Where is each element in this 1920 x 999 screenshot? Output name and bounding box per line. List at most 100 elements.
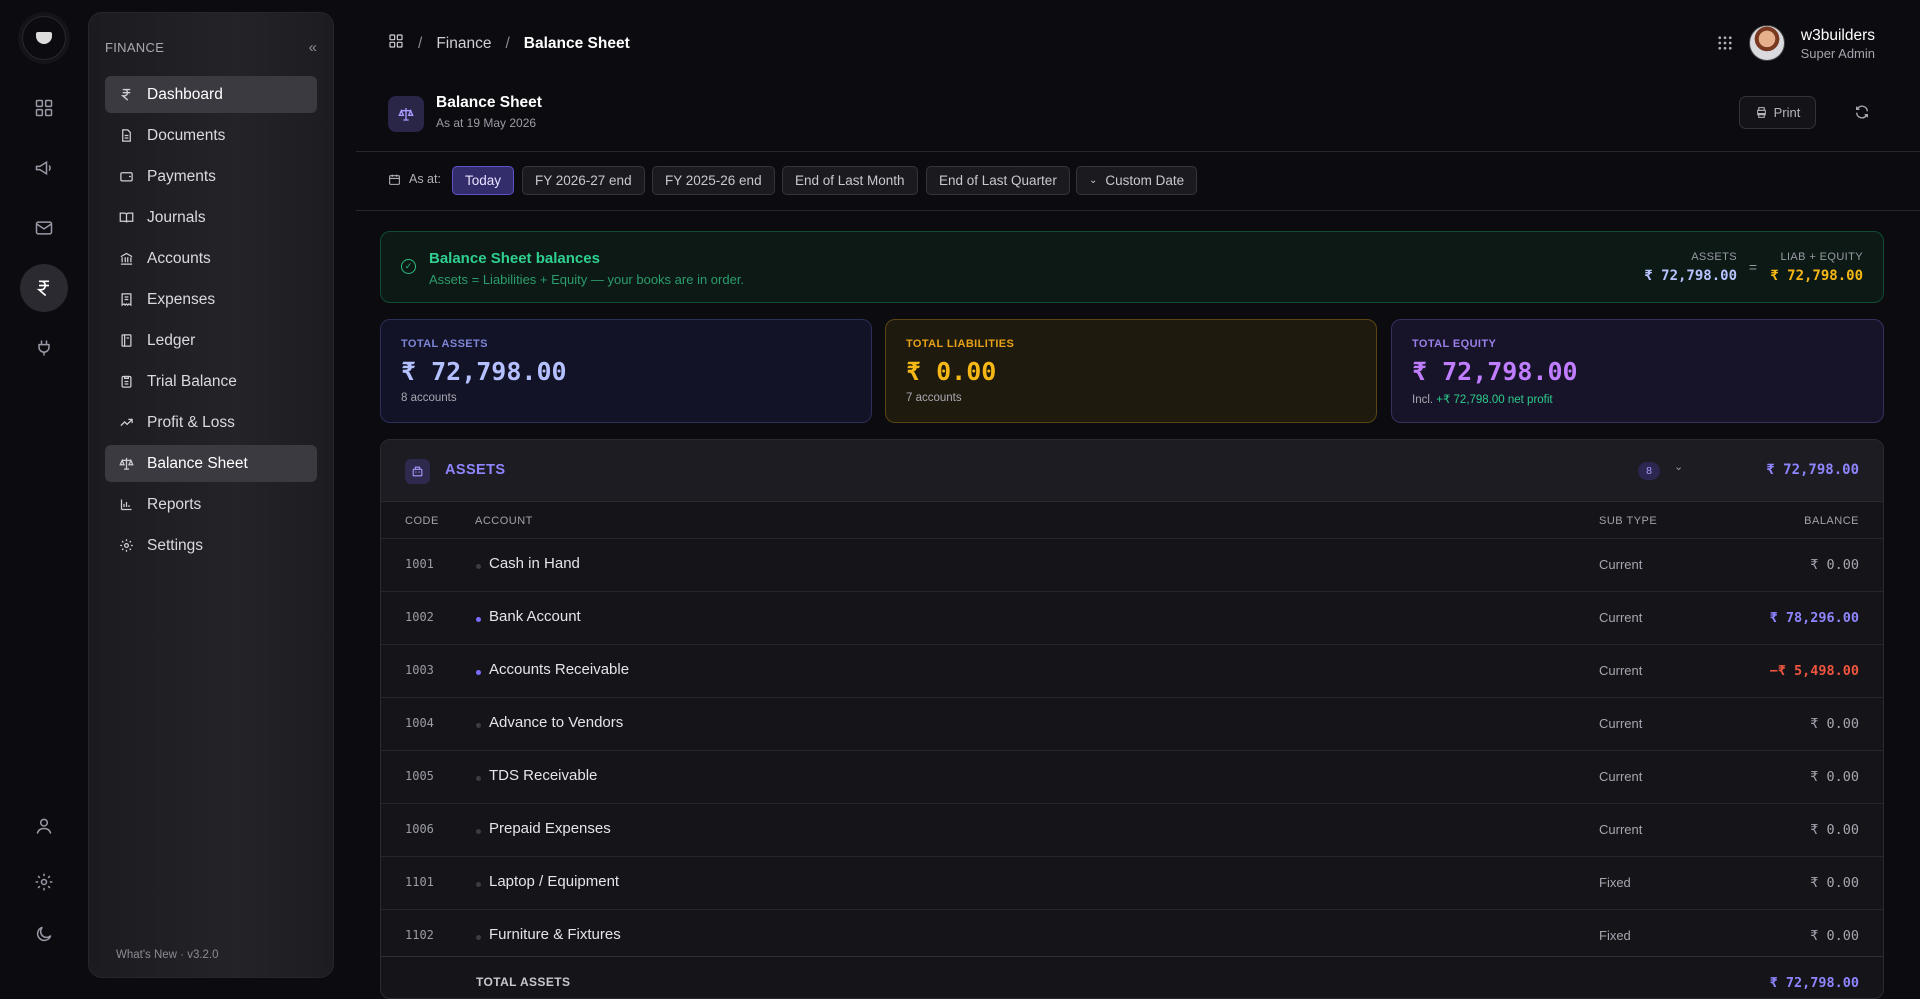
filter-chip-last-month[interactable]: End of Last Month <box>782 166 918 195</box>
app-logo[interactable] <box>22 16 66 60</box>
account-name[interactable]: Prepaid Expenses <box>489 820 611 837</box>
document-icon <box>117 127 135 145</box>
status-dot <box>476 882 481 887</box>
sidebar-item-accounts[interactable]: Accounts <box>105 240 317 277</box>
filter-chip-today[interactable]: Today <box>452 166 515 195</box>
column-header-code: CODE <box>405 515 439 527</box>
table-row[interactable]: 1006 Prepaid Expenses Current ₹ 0.00 <box>381 803 1883 856</box>
calendar-icon <box>389 174 400 185</box>
total-liabilities-card: TOTAL LIABILITIES ₹ 0.00 7 accounts <box>885 319 1377 423</box>
account-balance: ₹ 78,296.00 <box>1769 610 1859 626</box>
plug-icon <box>38 340 50 356</box>
account-name[interactable]: Accounts Receivable <box>489 661 629 678</box>
rail-profile-button[interactable] <box>20 802 68 850</box>
table-row[interactable]: 1001 Cash in Hand Current ₹ 0.00 <box>381 538 1883 591</box>
as-at-filter-bar: As at: Today FY 2026-27 end FY 2025-26 e… <box>356 152 1920 211</box>
apps-grid-icon[interactable] <box>1716 34 1734 57</box>
print-button[interactable]: Print <box>1739 96 1816 129</box>
table-row[interactable]: 1004 Advance to Vendors Current ₹ 0.00 <box>381 697 1883 750</box>
filter-chip-fy-2025-26[interactable]: FY 2025-26 end <box>652 166 775 195</box>
sidebar-item-label: Settings <box>147 536 204 554</box>
logo-mark <box>36 32 52 44</box>
table-row[interactable]: 1102 Furniture & Fixtures Fixed ₹ 0.00 <box>381 909 1883 962</box>
scale-icon <box>117 455 135 473</box>
status-dot <box>476 617 481 622</box>
total-value: ₹ 72,798.00 <box>1769 975 1859 991</box>
sidebar-item-payments[interactable]: Payments <box>105 158 317 195</box>
rail-theme-button[interactable] <box>20 910 68 958</box>
sidebar-item-reports[interactable]: Reports <box>105 486 317 523</box>
account-sub-type: Current <box>1599 557 1643 572</box>
breadcrumb-separator: / <box>418 34 423 52</box>
account-code: 1102 <box>405 928 434 942</box>
mail-icon <box>35 221 53 235</box>
sidebar-item-profit-loss[interactable]: Profit & Loss <box>105 404 317 441</box>
card-subtext: Incl. +₹ 72,798.00 net profit <box>1412 394 1553 406</box>
finance-sidebar: FINANCE « Dashboard Documents Payments J… <box>88 12 334 978</box>
account-balance: ₹ 0.00 <box>1810 875 1859 891</box>
building-icon <box>405 459 430 484</box>
sidebar-item-balance-sheet[interactable]: Balance Sheet <box>105 445 317 482</box>
sidebar-item-trial-balance[interactable]: Trial Balance <box>105 363 317 400</box>
filter-chip-fy-2026-27[interactable]: FY 2026-27 end <box>522 166 645 195</box>
account-sub-type: Current <box>1599 663 1643 678</box>
sidebar-item-label: Dashboard <box>147 85 223 103</box>
table-row[interactable]: 1101 Laptop / Equipment Fixed ₹ 0.00 <box>381 856 1883 909</box>
total-assets-row: TOTAL ASSETS ₹ 72,798.00 <box>381 956 1883 998</box>
sidebar-item-label: Profit & Loss <box>147 413 235 431</box>
filter-chip-last-quarter[interactable]: End of Last Quarter <box>926 166 1070 195</box>
status-dot <box>476 829 481 834</box>
sidebar-item-journals[interactable]: Journals <box>105 199 317 236</box>
column-header-balance: BALANCE <box>1804 515 1859 527</box>
table-row[interactable]: 1002 Bank Account Current ₹ 78,296.00 <box>381 591 1883 644</box>
grid-icon[interactable] <box>388 33 404 54</box>
account-name[interactable]: TDS Receivable <box>489 767 597 784</box>
account-balance: ₹ 0.00 <box>1810 557 1859 573</box>
chevron-down-icon[interactable]: ⌄ <box>1674 460 1683 473</box>
table-row[interactable]: 1005 TDS Receivable Current ₹ 0.00 <box>381 750 1883 803</box>
gear-icon <box>117 537 135 555</box>
account-name[interactable]: Laptop / Equipment <box>489 873 619 890</box>
sidebar-item-label: Balance Sheet <box>147 454 248 472</box>
sidebar-item-label: Reports <box>147 495 202 513</box>
account-sub-type: Current <box>1599 822 1643 837</box>
sidebar-item-dashboard[interactable]: Dashboard <box>105 76 317 113</box>
breadcrumb-finance[interactable]: Finance <box>436 35 491 53</box>
rail-mail-button[interactable] <box>20 204 68 252</box>
status-dot <box>476 935 481 940</box>
sidebar-item-label: Ledger <box>147 331 196 349</box>
account-name[interactable]: Bank Account <box>489 608 581 625</box>
custom-date-button[interactable]: ⌄ Custom Date <box>1076 166 1198 195</box>
table-row[interactable]: 1003 Accounts Receivable Current −₹ 5,498.0… <box>381 644 1883 697</box>
card-label: TOTAL EQUITY <box>1412 338 1497 350</box>
rupee-icon <box>36 280 49 297</box>
rail-finance-button[interactable] <box>20 264 68 312</box>
card-value: ₹ 72,798.00 <box>1412 357 1578 386</box>
account-name[interactable]: Advance to Vendors <box>489 714 623 731</box>
account-name[interactable]: Furniture & Fixtures <box>489 926 621 943</box>
rail-campaigns-button[interactable] <box>20 144 68 192</box>
sidebar-item-ledger[interactable]: Ledger <box>105 322 317 359</box>
sidebar-heading: FINANCE <box>105 40 165 55</box>
card-value: ₹ 72,798.00 <box>401 357 567 386</box>
rail-settings-button[interactable] <box>20 858 68 906</box>
account-name[interactable]: Cash in Hand <box>489 555 580 572</box>
rail-plugins-button[interactable] <box>20 324 68 372</box>
rail-dashboard-button[interactable] <box>20 84 68 132</box>
account-code: 1004 <box>405 716 434 730</box>
card-subtext: 7 accounts <box>906 392 962 404</box>
sidebar-item-documents[interactable]: Documents <box>105 117 317 154</box>
account-balance: −₹ 5,498.00 <box>1769 663 1859 679</box>
sidebar-item-settings[interactable]: Settings <box>105 527 317 564</box>
avatar[interactable] <box>1749 25 1785 61</box>
assets-section-header[interactable]: ASSETS 8 ⌄ ₹ 72,798.00 <box>381 440 1883 502</box>
breadcrumb: / Finance / Balance Sheet <box>388 33 630 54</box>
whats-new-link[interactable]: What's New · v3.2.0 <box>116 949 219 961</box>
refresh-icon[interactable] <box>1854 104 1870 125</box>
account-code: 1001 <box>405 557 434 571</box>
sidebar-item-label: Expenses <box>147 290 216 308</box>
collapse-sidebar-icon[interactable]: « <box>309 39 317 56</box>
sidebar-item-expenses[interactable]: Expenses <box>105 281 317 318</box>
account-sub-type: Current <box>1599 716 1643 731</box>
account-code: 1002 <box>405 610 434 624</box>
